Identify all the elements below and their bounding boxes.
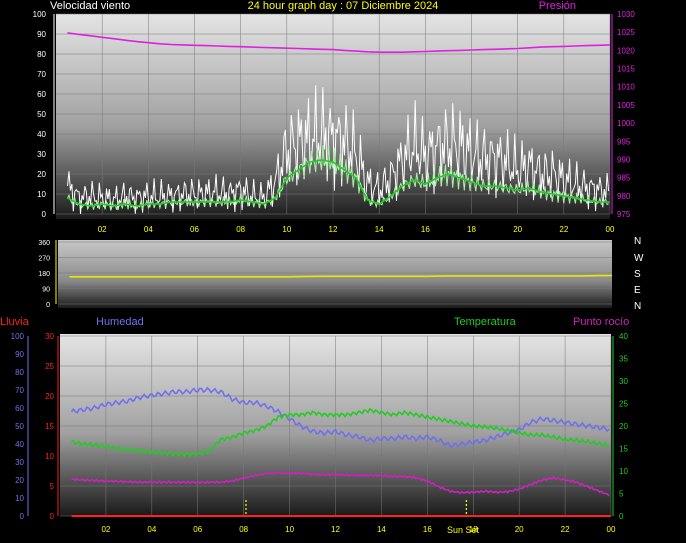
wind-y-tick: 90 (37, 30, 46, 39)
temperature-y-tick: 0 (619, 512, 624, 521)
climate-x-tick: 02 (101, 525, 110, 534)
temperature-y-tick: 20 (619, 422, 628, 431)
temperature-y-tick: 5 (619, 490, 624, 499)
wind-x-tick: 18 (467, 225, 476, 234)
pressure-y-tick: 1025 (617, 28, 635, 37)
humidity-y-tick: 50 (15, 422, 24, 431)
direction-axes: 0 90 180 270 360 (38, 240, 57, 309)
rain-y-tick: 0 (50, 512, 55, 521)
wind-y-tick: 100 (33, 10, 47, 19)
direction-plot-area (58, 240, 612, 308)
climate-x-tick: 12 (331, 525, 340, 534)
wind-speed-label: Velocidad viento (50, 0, 130, 12)
humidity-y-tick: 70 (15, 386, 24, 395)
compass-letter: E (634, 285, 641, 296)
wind-y-tick: 20 (37, 170, 46, 179)
pressure-y-tick: 975 (617, 210, 631, 219)
humidity-label: Humedad (96, 316, 144, 328)
temperature-y-tick: 30 (619, 377, 628, 386)
weather-graphs: 0102030405060708090100975980985990995100… (0, 0, 644, 535)
rain-y-tick: 30 (45, 332, 54, 341)
climate-x-tick: 04 (147, 525, 156, 534)
rain-y-tick: 15 (45, 422, 54, 431)
direction-y-tick: 360 (38, 240, 50, 247)
pressure-y-tick: 985 (617, 174, 631, 183)
pressure-y-tick: 990 (617, 155, 631, 164)
direction-y-tick: 0 (46, 302, 50, 309)
humidity-y-tick: 10 (15, 494, 24, 503)
wind-x-tick: 00 (606, 225, 615, 234)
temperature-y-tick: 35 (619, 355, 628, 364)
humidity-y-tick: 80 (15, 368, 24, 377)
humidity-y-tick: 60 (15, 404, 24, 413)
pressure-label: Presión (539, 0, 576, 12)
wind-x-tick: 20 (513, 225, 522, 234)
climate-x-tick: 10 (285, 525, 294, 534)
wind-x-tick: 10 (282, 225, 291, 234)
dewpoint-label: Punto rocío (573, 316, 629, 328)
wind-y-tick: 50 (37, 110, 46, 119)
climate-x-tick: 20 (515, 525, 524, 534)
humidity-y-tick: 90 (15, 350, 24, 359)
climate-x-tick: 08 (239, 525, 248, 534)
climate-x-tick: 00 (607, 525, 616, 534)
wind-x-tick: 08 (236, 225, 245, 234)
rain-label: Lluvia (0, 316, 30, 328)
wind-x-tick: 22 (559, 225, 568, 234)
compass-letter: W (634, 253, 644, 264)
climate-x-tick: 14 (377, 525, 386, 534)
compass-letter: N (634, 236, 641, 247)
humidity-y-tick: 100 (11, 332, 25, 341)
climate-x-tick: 22 (561, 525, 570, 534)
wind-y-tick: 40 (37, 130, 46, 139)
humidity-y-tick: 30 (15, 458, 24, 467)
wind-x-tick: 14 (375, 225, 384, 234)
wind-x-tick: 02 (98, 225, 107, 234)
rain-y-tick: 25 (45, 362, 54, 371)
humidity-y-tick: 0 (20, 512, 25, 521)
rain-y-tick: 5 (50, 482, 55, 491)
wind-y-tick: 60 (37, 90, 46, 99)
chart-title: 24 hour graph day : 07 Diciembre 2024 (248, 0, 439, 12)
pressure-y-tick: 1005 (617, 101, 635, 110)
pressure-y-tick: 1010 (617, 83, 635, 92)
temperature-y-tick: 40 (619, 332, 628, 341)
pressure-y-tick: 1020 (617, 46, 635, 55)
temperature-label: Temperatura (454, 316, 517, 328)
pressure-y-tick: 1030 (617, 10, 635, 19)
humidity-y-tick: 40 (15, 440, 24, 449)
compass-letter: N (634, 301, 641, 312)
wind-x-tick: 04 (144, 225, 153, 234)
compass-labels: NWSEN (634, 236, 644, 312)
weather-graph-page: 0 10 20 30 40 50 60 70 80 90 100 975 980 985 990 995 100… (0, 0, 686, 543)
direction-y-tick: 270 (38, 256, 50, 263)
pressure-y-tick: 980 (617, 192, 631, 201)
direction-y-tick: 180 (38, 271, 50, 278)
rain-y-tick: 20 (45, 392, 54, 401)
temperature-y-tick: 10 (619, 467, 628, 476)
climate-x-tick: 16 (423, 525, 432, 534)
wind-x-tick: 12 (329, 225, 338, 234)
wind-x-tick: 06 (190, 225, 199, 234)
rain-y-tick: 10 (45, 452, 54, 461)
wind-y-tick: 80 (37, 50, 46, 59)
wind-y-tick: 30 (37, 150, 46, 159)
compass-letter: S (634, 269, 641, 280)
direction-y-tick: 90 (42, 287, 50, 294)
pressure-y-tick: 995 (617, 137, 631, 146)
wind-y-tick: 10 (37, 190, 46, 199)
wind-y-tick: 70 (37, 70, 46, 79)
temperature-y-tick: 25 (619, 400, 628, 409)
sun-set-label: Sun Set (447, 525, 480, 535)
humidity-y-tick: 20 (15, 476, 24, 485)
wind-y-tick: 0 (42, 210, 47, 219)
climate-x-tick: 06 (193, 525, 202, 534)
wind-x-tick: 16 (421, 225, 430, 234)
temperature-y-tick: 15 (619, 445, 628, 454)
pressure-y-tick: 1000 (617, 119, 635, 128)
pressure-y-tick: 1015 (617, 65, 635, 74)
